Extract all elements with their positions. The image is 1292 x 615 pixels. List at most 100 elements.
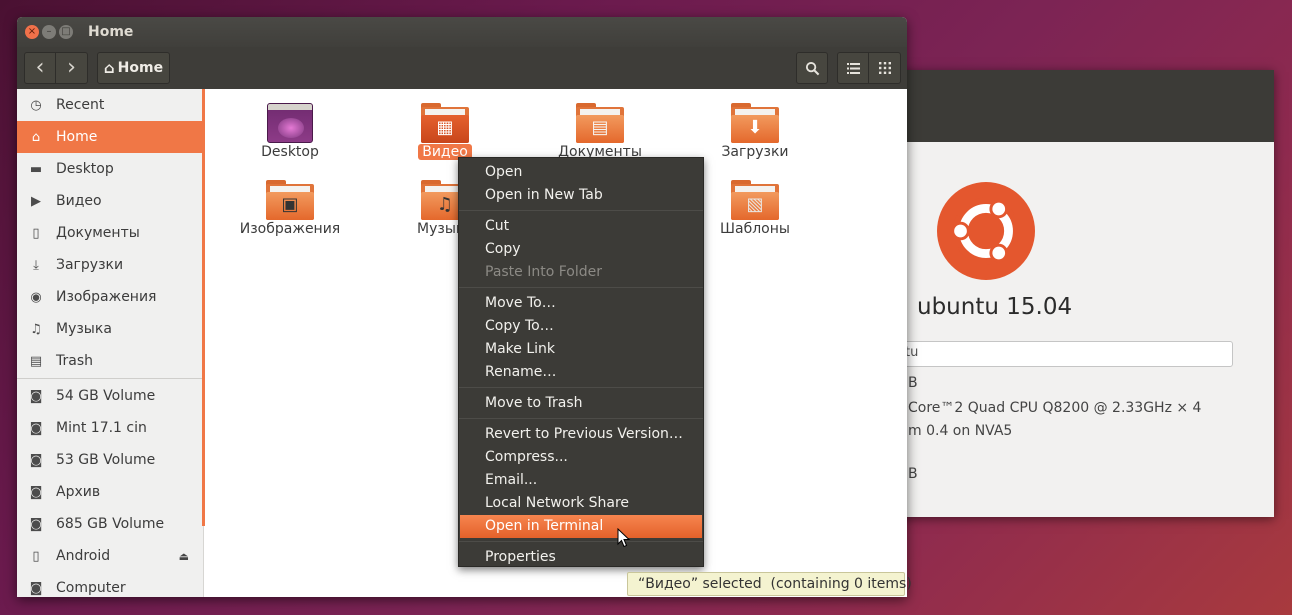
file-item-pictures[interactable]: ▣ Изображения [230, 180, 350, 237]
sidebar-item-music[interactable]: ♫ Музыка [17, 313, 203, 345]
eject-icon[interactable]: ⏏ [179, 550, 189, 563]
list-view-button[interactable] [837, 52, 869, 84]
about-header [880, 70, 1274, 142]
downloads-folder-icon: ⬇ [731, 103, 779, 143]
sidebar-item-desktop[interactable]: ▬ Desktop [17, 153, 203, 185]
sidebar-item-label: Trash [56, 353, 93, 369]
sidebar-item-label: Computer [56, 580, 126, 596]
clock-icon: ◷ [30, 97, 42, 113]
sidebar-item-archive[interactable]: ◙ Архив [17, 476, 203, 508]
menu-item-make-link[interactable]: Make Link [459, 338, 703, 361]
menu-item-copy[interactable]: Copy [459, 238, 703, 261]
list-icon [846, 62, 860, 74]
sidebar-item-label: Mint 17.1 cin [56, 420, 147, 436]
menu-item-open-new-tab[interactable]: Open in New Tab [459, 184, 703, 207]
sidebar-item-label: Архив [56, 484, 101, 500]
file-label: Загрузки [721, 144, 789, 160]
menu-item-open[interactable]: Open [459, 161, 703, 184]
menu-item-rename[interactable]: Rename… [459, 361, 703, 384]
sidebar-item-volume-53[interactable]: ◙ 53 GB Volume [17, 444, 203, 476]
trash-icon: ▤ [29, 353, 43, 369]
download-icon: ⤓ [33, 257, 39, 273]
templates-folder-icon: ▧ [731, 180, 779, 220]
sidebar-item-volume-54[interactable]: ◙ 54 GB Volume [17, 380, 203, 412]
sidebar-item-trash[interactable]: ▤ Trash [17, 345, 203, 377]
forward-button[interactable]: › [56, 52, 88, 84]
file-item-templates[interactable]: ▧ Шаблоны [695, 180, 815, 237]
file-label: Шаблоны [720, 221, 790, 237]
desktop-folder-icon [267, 103, 313, 143]
sidebar-item-label: 53 GB Volume [56, 452, 156, 468]
menu-separator [459, 541, 703, 542]
status-bar: “Видео” selected (containing 0 items) [627, 572, 912, 596]
menu-separator [459, 210, 703, 211]
toolbar: ‹ › ⌂ Home [17, 47, 907, 89]
menu-item-move-to[interactable]: Move To… [459, 292, 703, 315]
sidebar-item-label: Загрузки [56, 257, 124, 273]
menu-item-copy-to[interactable]: Copy To… [459, 315, 703, 338]
menu-item-cut[interactable]: Cut [459, 215, 703, 238]
search-icon [805, 61, 819, 75]
file-item-downloads[interactable]: ⬇ Загрузки [695, 103, 815, 160]
sidebar-item-label: Android [56, 548, 111, 564]
sidebar-item-pictures[interactable]: ◉ Изображения [17, 281, 203, 313]
sidebar-item-android[interactable]: ▯ Android ⏏ [17, 540, 203, 572]
sidebar-item-home[interactable]: ⌂ Home [17, 121, 203, 153]
sidebar-item-computer[interactable]: ◙ Computer [17, 572, 203, 597]
sidebar-item-label: Документы [56, 225, 140, 241]
menu-item-revert[interactable]: Revert to Previous Version… [459, 423, 703, 446]
device-name-field[interactable]: tu [880, 341, 1233, 367]
file-item-documents[interactable]: ▤ Документы [540, 103, 660, 160]
sidebar: ◷ Recent ⌂ Home ▬ Desktop ▶ Видео ▯ Доку… [17, 89, 204, 597]
about-os-title: ubuntu 15.04 [917, 294, 1073, 320]
sidebar-item-downloads[interactable]: ⤓ Загрузки [17, 249, 203, 281]
view-toggle [837, 52, 901, 84]
drive-icon: ◙ [29, 452, 43, 468]
sidebar-item-recent[interactable]: ◷ Recent [17, 89, 203, 121]
menu-item-properties[interactable]: Properties [459, 546, 703, 569]
menu-item-open-in-terminal[interactable]: Open in Terminal [460, 515, 702, 538]
menu-item-local-network-share[interactable]: Local Network Share [459, 492, 703, 515]
pictures-folder-icon: ▣ [266, 180, 314, 220]
grid-icon [878, 62, 891, 74]
back-button[interactable]: ‹ [24, 52, 56, 84]
drive-icon: ◙ [29, 580, 43, 596]
sidebar-separator [17, 378, 202, 379]
sidebar-item-volume-685[interactable]: ◙ 685 GB Volume [17, 508, 203, 540]
menu-separator [459, 418, 703, 419]
drive-icon: ◙ [29, 420, 43, 436]
toolbar-right [796, 52, 901, 84]
sidebar-item-mint[interactable]: ◙ Mint 17.1 cin [17, 412, 203, 444]
sidebar-item-label: Recent [56, 97, 105, 113]
about-disk: B [908, 466, 918, 482]
home-icon: ⌂ [103, 59, 115, 77]
minimize-button[interactable]: – [42, 25, 56, 39]
sidebar-item-documents[interactable]: ▯ Документы [17, 217, 203, 249]
home-icon: ⌂ [31, 129, 41, 145]
about-processor: Core™2 Quad CPU Q8200 @ 2.33GHz × 4 [908, 400, 1202, 416]
chevron-left-icon: ‹ [35, 55, 45, 80]
search-button[interactable] [796, 52, 828, 84]
sidebar-item-label: Видео [56, 193, 102, 209]
file-label: Изображения [239, 221, 341, 237]
sidebar-item-video[interactable]: ▶ Видео [17, 185, 203, 217]
grid-view-button[interactable] [869, 52, 901, 84]
close-button[interactable]: × [25, 25, 39, 39]
path-bar-home-button[interactable]: ⌂ Home [97, 52, 170, 84]
file-item-video[interactable]: ▦ Видео [385, 103, 505, 160]
chevron-right-icon: › [67, 55, 76, 80]
menu-item-move-to-trash[interactable]: Move to Trash [459, 392, 703, 415]
sidebar-item-label: Desktop [56, 161, 114, 177]
file-label: Desktop [261, 144, 319, 160]
music-icon: ♫ [30, 321, 42, 337]
menu-item-email[interactable]: Email... [459, 469, 703, 492]
video-icon: ▶ [31, 193, 41, 209]
sidebar-item-label: Home [56, 129, 98, 145]
drive-icon: ◙ [29, 388, 43, 404]
menu-item-compress[interactable]: Compress... [459, 446, 703, 469]
video-folder-icon: ▦ [421, 103, 469, 143]
file-item-desktop[interactable]: Desktop [230, 103, 350, 160]
document-icon: ▯ [32, 225, 40, 241]
window-title: Home [88, 24, 134, 40]
maximize-button[interactable]: □ [59, 25, 73, 39]
